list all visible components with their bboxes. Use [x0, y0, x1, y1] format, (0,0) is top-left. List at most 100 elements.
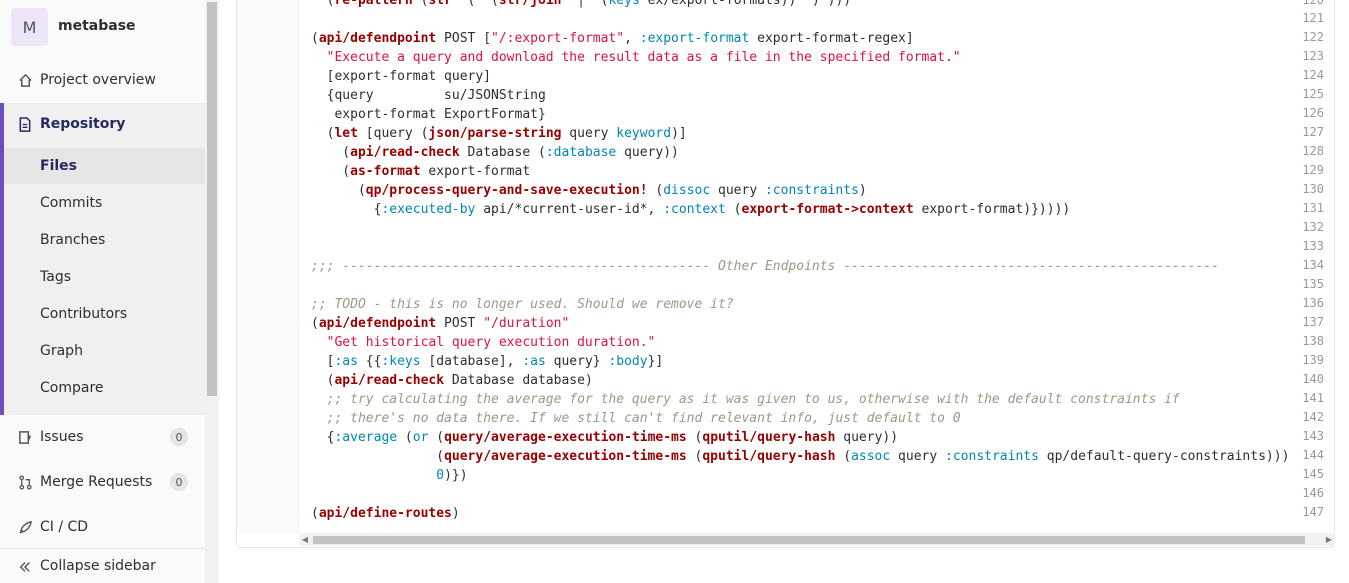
- line-number[interactable]: 134: [1284, 256, 1324, 275]
- code-token: qp/process-query-and-save-execution!: [365, 183, 648, 198]
- line-number[interactable]: 137: [1284, 313, 1324, 332]
- code-line: (as-format export-format: [311, 162, 530, 181]
- nav-ci-cd[interactable]: CI / CD: [0, 507, 205, 547]
- code-token: {: [311, 202, 382, 217]
- line-number[interactable]: 124: [1284, 66, 1324, 85]
- code-token: )]: [671, 126, 687, 141]
- sidebar-item-contributors[interactable]: Contributors: [4, 296, 205, 332]
- line-number[interactable]: 125: [1284, 85, 1324, 104]
- code-token: as-format: [350, 164, 421, 179]
- issues-count-badge: 0: [170, 428, 188, 446]
- line-number[interactable]: 130: [1284, 180, 1324, 199]
- line-number[interactable]: 141: [1284, 389, 1324, 408]
- nav-label: Issues: [40, 429, 84, 445]
- line-number[interactable]: 144: [1284, 446, 1324, 465]
- scroll-right-arrow-icon[interactable]: ▶: [1323, 533, 1335, 546]
- sidebar: M metabase Project overview Repository F…: [0, 0, 219, 583]
- document-icon: [17, 116, 33, 132]
- line-number[interactable]: 146: [1284, 484, 1324, 503]
- code-token: qp/default-query-constraints))): [1038, 449, 1290, 464]
- line-number[interactable]: 145: [1284, 465, 1324, 484]
- line-number[interactable]: 135: [1284, 275, 1324, 294]
- code-token: POST [: [436, 31, 492, 46]
- rocket-icon: [17, 519, 33, 535]
- line-number[interactable]: 147: [1284, 503, 1324, 522]
- code-token: :as: [334, 354, 358, 369]
- collapse-sidebar-button[interactable]: Collapse sidebar: [0, 548, 219, 583]
- code-token: [database],: [420, 354, 523, 369]
- line-number[interactable]: 143: [1284, 427, 1324, 446]
- sidebar-scrollbar-thumb[interactable]: [207, 2, 217, 396]
- code-token: (: [686, 449, 703, 464]
- nav-project-overview[interactable]: Project overview: [0, 60, 205, 100]
- code-token: ): [451, 506, 460, 521]
- horizontal-scrollbar-thumb[interactable]: [313, 536, 1305, 544]
- code-token: query: [890, 449, 946, 464]
- code-token: api/define-routes: [318, 506, 452, 521]
- line-number[interactable]: 131: [1284, 199, 1324, 218]
- line-number[interactable]: 142: [1284, 408, 1324, 427]
- code-token: :body: [608, 354, 648, 369]
- line-number[interactable]: 127: [1284, 123, 1324, 142]
- sidebar-item-compare[interactable]: Compare: [4, 370, 205, 406]
- line-number[interactable]: 128: [1284, 142, 1324, 161]
- code-token: Database database): [444, 373, 593, 388]
- code-token: or: [412, 430, 429, 445]
- project-header[interactable]: M metabase: [0, 0, 205, 56]
- code-token: ): [858, 183, 867, 198]
- code-token: (: [412, 0, 429, 8]
- line-number[interactable]: 133: [1284, 237, 1324, 256]
- code-token: query)): [835, 430, 899, 445]
- sidebar-item-tags[interactable]: Tags: [4, 259, 205, 295]
- line-number[interactable]: 123: [1284, 47, 1324, 66]
- nav-issues[interactable]: Issues 0: [0, 417, 205, 457]
- horizontal-scrollbar[interactable]: ◀ ▶: [299, 533, 1335, 546]
- line-number[interactable]: 140: [1284, 370, 1324, 389]
- line-number[interactable]: 138: [1284, 332, 1324, 351]
- code-token: (: [311, 373, 335, 388]
- code-token: :constraints: [945, 449, 1039, 464]
- code-token: json/parse-string: [428, 126, 562, 141]
- line-number[interactable]: 132: [1284, 218, 1324, 237]
- code-token: (: [311, 506, 319, 521]
- code-line: {query su/JSONString: [311, 86, 546, 105]
- sidebar-item-files[interactable]: Files: [4, 148, 205, 184]
- scroll-left-arrow-icon[interactable]: ◀: [299, 533, 311, 546]
- code-token: :context: [663, 202, 726, 217]
- code-token: query}: [545, 354, 609, 369]
- code-line: (api/define-routes): [311, 504, 460, 523]
- line-number[interactable]: 122: [1284, 28, 1324, 47]
- project-avatar[interactable]: M: [11, 8, 48, 46]
- code-token: Database (: [459, 145, 546, 160]
- line-number[interactable]: 121: [1284, 9, 1324, 28]
- nav-repository[interactable]: Repository: [0, 105, 205, 143]
- code-line: ;; there's no data there. If we still ca…: [311, 409, 961, 428]
- code-token: {{: [357, 354, 382, 369]
- project-name[interactable]: metabase: [58, 18, 136, 34]
- code-token: export-format: [420, 164, 531, 179]
- line-number[interactable]: 126: [1284, 104, 1324, 123]
- sidebar-item-branches[interactable]: Branches: [4, 222, 205, 258]
- code-token: :export-format: [639, 31, 750, 46]
- double-chevron-left-icon: [17, 559, 33, 575]
- code-token: )}): [444, 468, 468, 483]
- line-number[interactable]: 139: [1284, 351, 1324, 370]
- code-token: api/defendpoint: [318, 316, 437, 331]
- code-token: (: [835, 449, 852, 464]
- line-number[interactable]: 129: [1284, 161, 1324, 180]
- line-number[interactable]: 136: [1284, 294, 1324, 313]
- code-line: "Execute a query and download the result…: [311, 48, 961, 67]
- code-token: let: [334, 126, 358, 141]
- sidebar-item-commits[interactable]: Commits: [4, 185, 205, 221]
- code-line: (re-pattern (str "(" (str/join "|" (keys…: [311, 0, 851, 10]
- sidebar-item-graph[interactable]: Graph: [4, 333, 205, 369]
- code-token: export-format-regex]: [749, 31, 914, 46]
- code-token: assoc: [851, 449, 891, 464]
- code-token: api/*current-user-id*,: [475, 202, 664, 217]
- code-viewer: 120 121 122 123 124 125 126 127 128 129 …: [236, 0, 1335, 548]
- code-token: ;; TODO - this is no longer used. Should…: [311, 297, 734, 312]
- code-token: (: [311, 0, 335, 8]
- nav-merge-requests[interactable]: Merge Requests 0: [0, 462, 205, 502]
- code-token: query)): [616, 145, 679, 160]
